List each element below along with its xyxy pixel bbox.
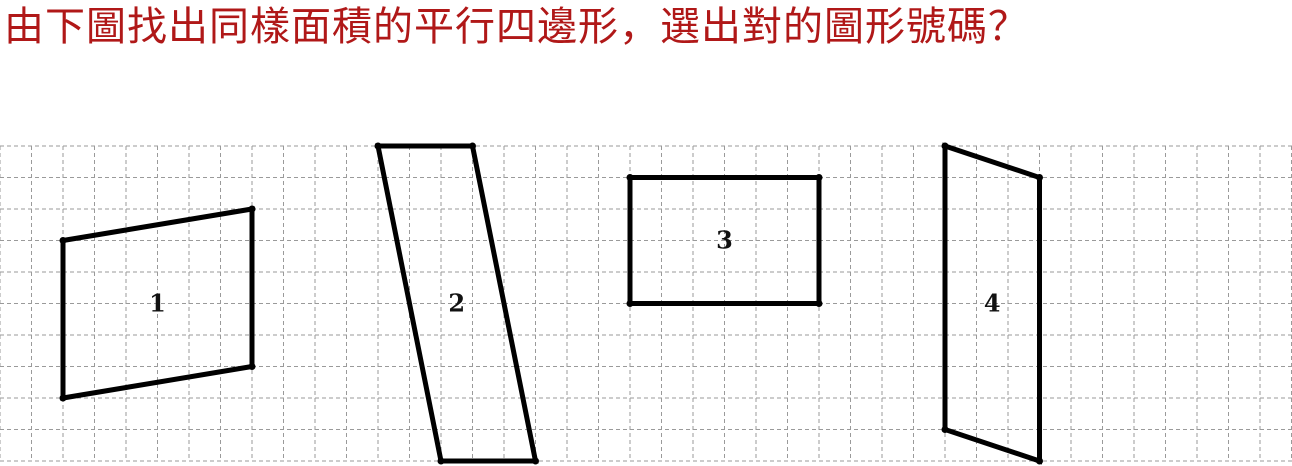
shape-vertex-dot (437, 457, 445, 465)
grid-figure: 1 2 3 4 (0, 142, 1292, 465)
shape-vertex-dot (374, 142, 382, 150)
shape-vertex-dot (1036, 174, 1043, 181)
shape-vertex-dot (1036, 457, 1043, 465)
shape-vertex-dot (469, 142, 476, 150)
shape-number-label: 3 (716, 226, 733, 255)
shape-vertex-dot (248, 363, 256, 370)
shape-vertex-dot (248, 205, 256, 213)
shape-number-label: 4 (984, 289, 1001, 318)
parallelogram-shapes: 1 2 3 4 (59, 142, 1044, 465)
shape-vertex-dot (815, 300, 823, 307)
shape-number-label: 2 (448, 289, 465, 318)
shape-vertex-dot (626, 300, 634, 307)
shape-vertex-dot (941, 426, 949, 433)
shape-4[interactable]: 4 (941, 142, 1044, 465)
shape-vertex-dot (532, 457, 539, 465)
shape-number-label: 1 (149, 289, 166, 318)
shape-vertex-dot (626, 174, 634, 181)
shape-vertex-dot (59, 237, 67, 244)
shape-vertex-dot (59, 394, 67, 402)
shape-vertex-dot (941, 142, 949, 150)
shape-vertex-dot (815, 174, 823, 181)
